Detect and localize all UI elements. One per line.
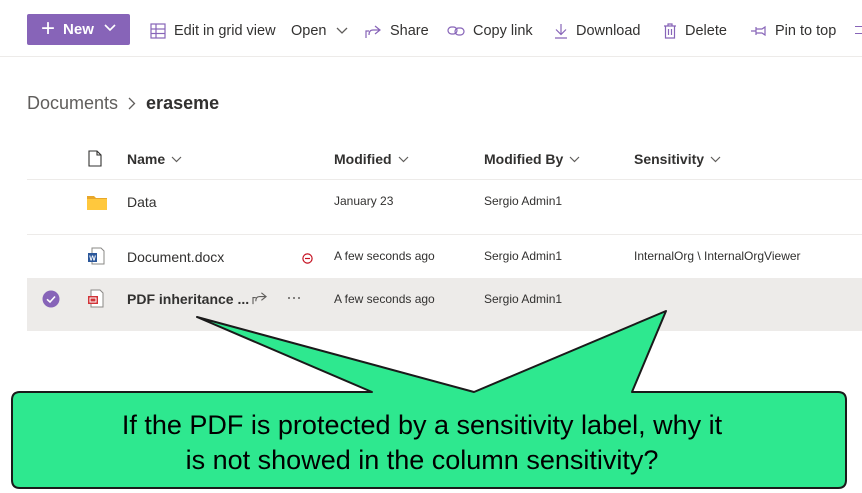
row-name[interactable]: PDF inheritance ...: [127, 291, 249, 307]
pdf-file-icon: [87, 289, 105, 313]
open-label: Open: [291, 23, 327, 39]
column-header-name-label: Name: [127, 151, 166, 167]
trash-icon: [664, 23, 676, 39]
table-row[interactable]: W Document.docx A few seconds ago Sergio…: [27, 235, 862, 278]
delete-button[interactable]: Delete: [663, 21, 727, 41]
grid-icon: [150, 23, 166, 39]
row-name[interactable]: Data: [127, 194, 157, 210]
table-row[interactable]: Data January 23 Sergio Admin1: [27, 180, 862, 234]
download-icon: [555, 24, 567, 39]
folder-icon: [87, 194, 107, 215]
copy-link-label: Copy link: [473, 23, 533, 39]
breadcrumb-root[interactable]: Documents: [27, 93, 118, 114]
column-header-modified-label: Modified: [334, 151, 392, 167]
breadcrumb: Documents eraseme: [27, 93, 219, 114]
word-file-icon: W: [87, 247, 105, 270]
share-button[interactable]: Share: [365, 21, 429, 41]
chevron-down-icon: [104, 24, 116, 32]
more-commands-icon[interactable]: [855, 26, 862, 34]
file-type-header-icon[interactable]: [88, 150, 102, 172]
new-button[interactable]: + New: [27, 14, 130, 45]
row-modified-by[interactable]: Sergio Admin1: [484, 194, 562, 208]
row-modified: A few seconds ago: [334, 249, 435, 263]
callout-line-2: is not showed in the column sensitivity?: [185, 445, 659, 475]
column-header-modified-by-label: Modified By: [484, 151, 564, 167]
row-modified: A few seconds ago: [334, 292, 435, 306]
column-header-sensitivity-label: Sensitivity: [634, 151, 705, 167]
svg-text:W: W: [89, 255, 96, 262]
chevron-down-icon: [710, 156, 721, 162]
column-header-sensitivity[interactable]: Sensitivity: [634, 151, 721, 167]
blocked-status-icon[interactable]: [302, 251, 313, 269]
chevron-right-icon: [128, 97, 136, 110]
row-modified: January 23: [334, 194, 394, 208]
chevron-down-icon: [569, 156, 580, 162]
download-button[interactable]: Download: [554, 21, 641, 41]
pin-icon: [751, 25, 766, 37]
column-header-name[interactable]: Name: [127, 151, 182, 167]
row-name[interactable]: Document.docx: [127, 249, 224, 265]
callout-line-1: If the PDF is protected by a sensitivity…: [121, 410, 723, 440]
pin-to-top-label: Pin to top: [775, 23, 837, 39]
command-bar: + New Edit in grid view Open Share Copy …: [0, 0, 862, 57]
column-header-modified-by[interactable]: Modified By: [484, 151, 580, 167]
plus-icon: +: [41, 14, 56, 42]
table-row-selected[interactable]: PDF inheritance ... A few seconds ago Se…: [27, 278, 862, 331]
edit-grid-view-label: Edit in grid view: [174, 23, 276, 39]
checkmark-circle-icon[interactable]: [42, 290, 60, 313]
delete-label: Delete: [685, 23, 727, 39]
link-icon: [447, 26, 465, 36]
row-sensitivity: InternalOrg \ InternalOrgViewer: [634, 249, 801, 263]
new-button-label: New: [63, 21, 94, 38]
callout-text: If the PDF is protected by a sensitivity…: [12, 398, 832, 488]
column-header-modified[interactable]: Modified: [334, 151, 409, 167]
copy-link-button[interactable]: Copy link: [447, 21, 533, 41]
share-label: Share: [390, 23, 429, 39]
chevron-down-icon: [398, 156, 408, 162]
open-button[interactable]: Open: [291, 21, 348, 41]
chevron-down-icon: [171, 156, 182, 162]
pin-to-top-button[interactable]: Pin to top: [750, 21, 836, 41]
row-modified-by[interactable]: Sergio Admin1: [484, 292, 562, 306]
row-modified-by[interactable]: Sergio Admin1: [484, 249, 562, 263]
download-label: Download: [576, 23, 641, 39]
share-icon: [365, 25, 381, 38]
more-options-icon[interactable]: [288, 297, 300, 299]
breadcrumb-current: eraseme: [146, 93, 220, 113]
share-icon[interactable]: [252, 291, 268, 310]
chevron-down-icon: [337, 27, 348, 34]
edit-grid-view-button[interactable]: Edit in grid view: [150, 21, 276, 41]
